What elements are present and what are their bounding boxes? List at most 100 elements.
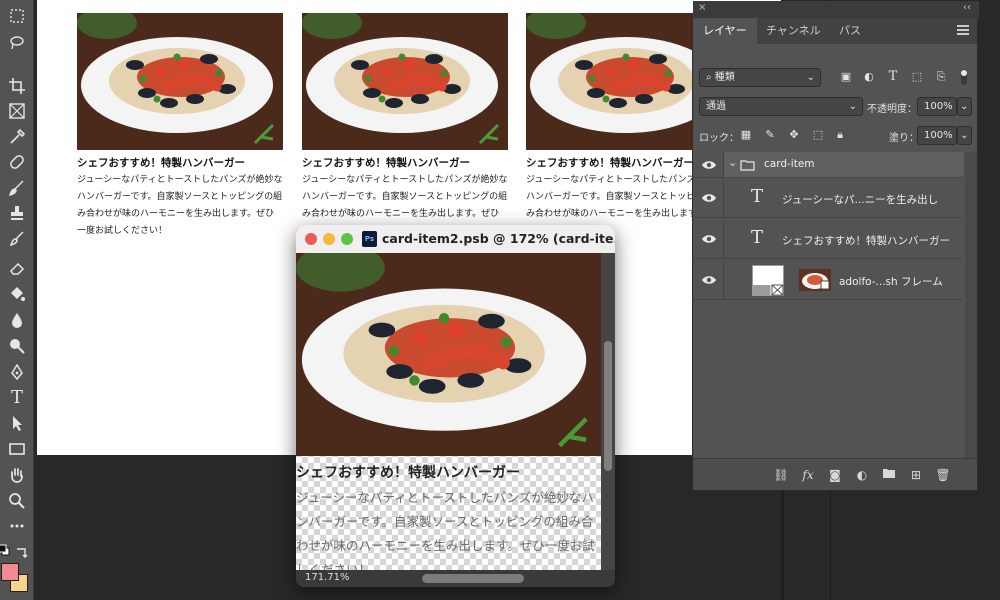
card-description: ジューシーなパティとトーストしたパンズが絶妙なハンバーガーです。自家製ソースとト… xyxy=(77,175,283,236)
path-selection-tool-icon[interactable] xyxy=(0,411,34,435)
text-layer-icon: T xyxy=(751,227,764,248)
mussel xyxy=(138,88,156,98)
stamp-tool-icon[interactable] xyxy=(0,201,34,225)
close-panel-icon[interactable]: × xyxy=(698,2,706,13)
zoom-tool-icon[interactable] xyxy=(0,489,34,513)
layer-filter-select[interactable]: ⌕ 種類 ⌄ xyxy=(699,68,821,87)
mussel xyxy=(609,98,627,108)
tomato xyxy=(605,66,615,76)
parsley xyxy=(153,95,161,103)
document-statusbar: 171.71% xyxy=(296,570,615,587)
opacity-field[interactable]: 100% xyxy=(917,97,957,116)
parsley xyxy=(378,95,386,103)
minimize-window-button[interactable] xyxy=(323,233,335,245)
filter-pixel-layer-icon[interactable]: ▣ xyxy=(839,70,853,84)
tomato xyxy=(405,60,415,70)
adjustment-layer-icon[interactable]: ◐ xyxy=(854,468,870,482)
lock-image-pixels-icon[interactable]: ✎ xyxy=(763,128,777,142)
floating-document-window[interactable]: Ps card-item2.psb @ 172% (card-ite... シェ… xyxy=(296,225,615,587)
frame-thumbnail-icon xyxy=(752,265,784,296)
layer-row-group[interactable]: ⌄ card-item xyxy=(693,152,963,178)
mussel xyxy=(457,373,485,388)
mussel xyxy=(418,378,446,394)
tab-paths[interactable]: パス xyxy=(829,18,871,44)
blur-tool-icon[interactable] xyxy=(0,308,34,332)
tab-channels[interactable]: チャンネル xyxy=(756,18,831,44)
brush-tool-icon[interactable] xyxy=(0,176,34,200)
horizontal-scroll-thumb[interactable] xyxy=(422,574,524,583)
mussel xyxy=(368,322,396,338)
history-brush-tool-icon[interactable] xyxy=(0,227,34,251)
marquee-tool-icon[interactable] xyxy=(0,4,34,28)
mussel xyxy=(363,88,381,98)
parsley xyxy=(364,75,372,83)
new-group-icon[interactable] xyxy=(881,468,897,482)
document-view[interactable]: シェフおすすめ！特製ハンバーガー ジューシーなパティとトーストしたパンズが絶妙な… xyxy=(296,253,601,570)
eraser-tool-icon[interactable] xyxy=(0,256,34,280)
rectangle-tool-icon[interactable] xyxy=(0,437,34,461)
fill-field[interactable]: 100% xyxy=(917,126,957,145)
pasta-photo-large xyxy=(296,253,601,456)
layer-row-text[interactable]: T シェフおすすめ！特製ハンバーガー xyxy=(693,219,963,259)
vertical-scroll-thumb[interactable] xyxy=(604,341,612,471)
visibility-eye-icon[interactable] xyxy=(701,192,717,204)
collapse-panel-icon[interactable]: ‹‹ xyxy=(963,2,971,13)
parsley xyxy=(501,336,512,348)
add-mask-icon[interactable]: ◙ xyxy=(827,468,843,482)
panel-menu-icon[interactable] xyxy=(957,25,969,35)
frame-tool-icon[interactable] xyxy=(0,99,34,123)
lock-transparent-pixels-icon[interactable]: ▦ xyxy=(739,128,753,142)
lock-all-icon[interactable]: 🔒︎ xyxy=(833,128,847,142)
mussel xyxy=(126,60,144,70)
tomato xyxy=(629,60,639,70)
type-tool-icon[interactable]: T xyxy=(0,385,34,409)
vertical-scrollbar[interactable] xyxy=(601,253,615,570)
zoom-window-button[interactable] xyxy=(341,233,353,245)
layer-row-text[interactable]: T ジューシーなパ...ニーを生み出し xyxy=(693,178,963,218)
filter-type-layer-icon[interactable]: T xyxy=(886,70,900,84)
eyedropper-tool-icon[interactable] xyxy=(0,125,34,149)
dodge-tool-icon[interactable] xyxy=(0,334,34,358)
parsley xyxy=(664,69,672,77)
filter-adjustment-layer-icon[interactable]: ◐ xyxy=(862,70,876,84)
filter-shape-layer-icon[interactable]: ⬚ xyxy=(910,70,924,84)
foreground-color-swatch[interactable] xyxy=(1,563,19,581)
parsley xyxy=(588,75,596,83)
tab-layers[interactable]: レイヤー xyxy=(693,18,757,44)
opacity-dropdown[interactable]: ⌄ xyxy=(957,97,972,116)
filter-smart-object-icon[interactable]: ⎘ xyxy=(934,70,948,84)
crop-tool-icon[interactable] xyxy=(0,74,34,98)
more-tools-icon[interactable] xyxy=(0,514,34,538)
chevron-down-icon: ⌄ xyxy=(848,101,857,112)
visibility-eye-icon[interactable] xyxy=(701,274,717,286)
healing-brush-tool-icon[interactable] xyxy=(0,150,34,174)
lock-artboard-icon[interactable]: ⬚ xyxy=(811,128,825,142)
layer-row-frame[interactable]: adolfo-...sh フレーム xyxy=(693,260,963,300)
card-title-large: シェフおすすめ！特製ハンバーガー xyxy=(296,465,520,481)
delete-layer-icon[interactable]: 🗑︎ xyxy=(935,468,951,482)
pen-tool-icon[interactable] xyxy=(0,360,34,384)
swap-colors-icon[interactable] xyxy=(10,541,34,565)
blend-mode-select[interactable]: 通過 ⌄ xyxy=(699,97,863,116)
new-layer-icon[interactable]: ⊞ xyxy=(908,468,924,482)
layer-style-fx-icon[interactable]: fx xyxy=(800,468,816,482)
layer-name: card-item xyxy=(764,158,815,170)
visibility-eye-icon[interactable] xyxy=(701,233,717,245)
fill-dropdown[interactable]: ⌄ xyxy=(957,126,972,145)
layer-name: シェフおすすめ！特製ハンバーガー xyxy=(782,235,950,247)
mussel xyxy=(186,94,204,104)
paint-bucket-tool-icon[interactable] xyxy=(0,282,34,306)
group-expand-chevron-icon[interactable]: ⌄ xyxy=(728,156,737,169)
lasso-tool-icon[interactable] xyxy=(0,30,34,54)
layer-name: ジューシーなパ...ニーを生み出し xyxy=(782,194,939,206)
close-window-button[interactable] xyxy=(305,233,317,245)
layers-scrollbar[interactable] xyxy=(965,152,977,458)
hand-tool-icon[interactable] xyxy=(0,463,34,487)
filter-toggle-switch[interactable] xyxy=(960,68,968,86)
document-titlebar[interactable]: Ps card-item2.psb @ 172% (card-ite... xyxy=(296,225,615,253)
link-layers-icon[interactable]: ⛓︎ xyxy=(773,468,789,482)
visibility-eye-icon[interactable] xyxy=(701,159,717,171)
mussel xyxy=(351,60,369,70)
zoom-level[interactable]: 171.71% xyxy=(305,572,350,583)
lock-position-icon[interactable]: ✥ xyxy=(787,128,801,142)
